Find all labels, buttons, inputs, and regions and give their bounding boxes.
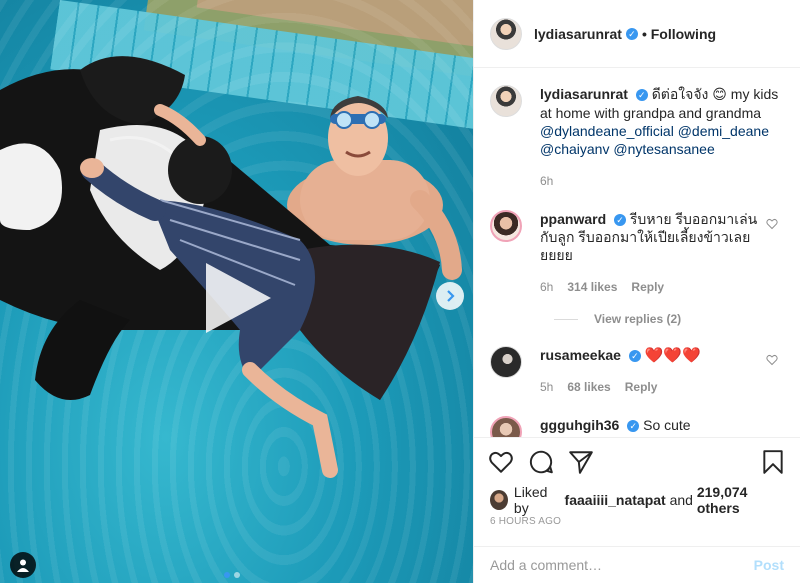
commenter-avatar[interactable]: [490, 210, 522, 242]
comment-text: ❤️❤️❤️: [644, 346, 701, 364]
post-header: lydiasarunrat ✓ • Following: [474, 0, 800, 68]
comment-username[interactable]: rusameekae: [540, 347, 621, 363]
comment-time[interactable]: 6h: [540, 278, 553, 296]
comment-username[interactable]: ppanward: [540, 211, 606, 227]
comment-time[interactable]: 5h: [540, 378, 553, 396]
play-icon[interactable]: [196, 258, 276, 338]
comment-username[interactable]: ggguhgih36: [540, 417, 619, 433]
post-comment-button[interactable]: Post: [754, 557, 784, 573]
carousel-dot: [234, 572, 240, 578]
comment-heart-icon[interactable]: [766, 218, 778, 230]
carousel-dots: [224, 572, 240, 578]
comments-list[interactable]: lydiasarunrat ✓ ดีต่อใจจัง 😊 my kids at …: [474, 69, 800, 437]
post-media[interactable]: [0, 0, 473, 583]
commenter-avatar[interactable]: [490, 416, 522, 437]
comment-row: ggguhgih36 ✓ So cute: [490, 416, 784, 437]
author-avatar[interactable]: [490, 17, 522, 50]
caption-thai-text: ดีต่อใจจัง: [651, 86, 709, 102]
author-username[interactable]: lydiasarunrat: [534, 26, 622, 42]
comment-icon[interactable]: [528, 449, 554, 475]
mention-link[interactable]: @chaiyanv: [540, 141, 609, 157]
comment-composer: Post: [474, 546, 800, 583]
reply-button[interactable]: Reply: [625, 378, 658, 396]
smile-emoji: 😊: [712, 87, 727, 103]
commenter-avatar[interactable]: [490, 346, 522, 378]
reply-button[interactable]: Reply: [631, 278, 664, 296]
carousel-dot-active: [224, 572, 230, 578]
comment-likes[interactable]: 314 likes: [567, 278, 617, 296]
likes-count[interactable]: 219,074 others: [697, 484, 784, 516]
post-timestamp[interactable]: 6 HOURS AGO: [490, 516, 561, 527]
verified-badge-icon: ✓: [614, 214, 627, 226]
mention-link[interactable]: @dylandeane_official: [540, 123, 674, 139]
liked-by-label: Liked by: [513, 484, 548, 516]
following-button[interactable]: • Following: [642, 26, 716, 42]
user-tag-icon[interactable]: [10, 552, 36, 578]
caption: lydiasarunrat ✓ ดีต่อใจจัง 😊 my kids at …: [490, 85, 784, 190]
likes-summary: Liked by faaaiiii_natapat and 219,074 ot…: [490, 484, 784, 516]
caption-time[interactable]: 6h: [540, 172, 553, 190]
caption-username[interactable]: lydiasarunrat: [540, 86, 628, 102]
liker-username[interactable]: faaaiiii_natapat: [565, 492, 666, 508]
comment-likes[interactable]: 68 likes: [567, 378, 610, 396]
replies-divider: [554, 318, 578, 320]
verified-badge-icon: ✓: [625, 27, 638, 40]
comment-text: So cute: [643, 417, 691, 433]
likes-and: and: [669, 492, 693, 508]
comment-row: ppanward ✓ รีบหาย รีบออกมาเล่นกับลูก รีบ…: [490, 210, 784, 296]
chevron-right-icon[interactable]: [436, 282, 464, 310]
view-replies[interactable]: View replies (2): [554, 312, 784, 326]
verified-badge-icon: ✓: [628, 350, 641, 362]
verified-badge-icon: ✓: [635, 89, 648, 101]
comment-input[interactable]: [490, 557, 754, 573]
share-icon[interactable]: [568, 449, 594, 475]
bookmark-icon[interactable]: [760, 449, 786, 475]
mention-link[interactable]: @nytesansanee: [613, 141, 714, 157]
verified-badge-icon: ✓: [627, 420, 640, 432]
view-replies-label[interactable]: View replies (2): [594, 312, 681, 326]
comment-row: rusameekae ✓ ❤️❤️❤️ 5h 68 likes Reply: [490, 346, 784, 396]
post-actions: [474, 437, 800, 485]
liker-avatar[interactable]: [490, 490, 508, 510]
comment-heart-icon[interactable]: [766, 354, 778, 366]
author-avatar[interactable]: [490, 85, 522, 117]
post-sidebar: lydiasarunrat ✓ • Following lydiasarunra…: [473, 0, 800, 583]
mention-link[interactable]: @demi_deane: [678, 123, 769, 139]
heart-icon[interactable]: [488, 449, 514, 475]
